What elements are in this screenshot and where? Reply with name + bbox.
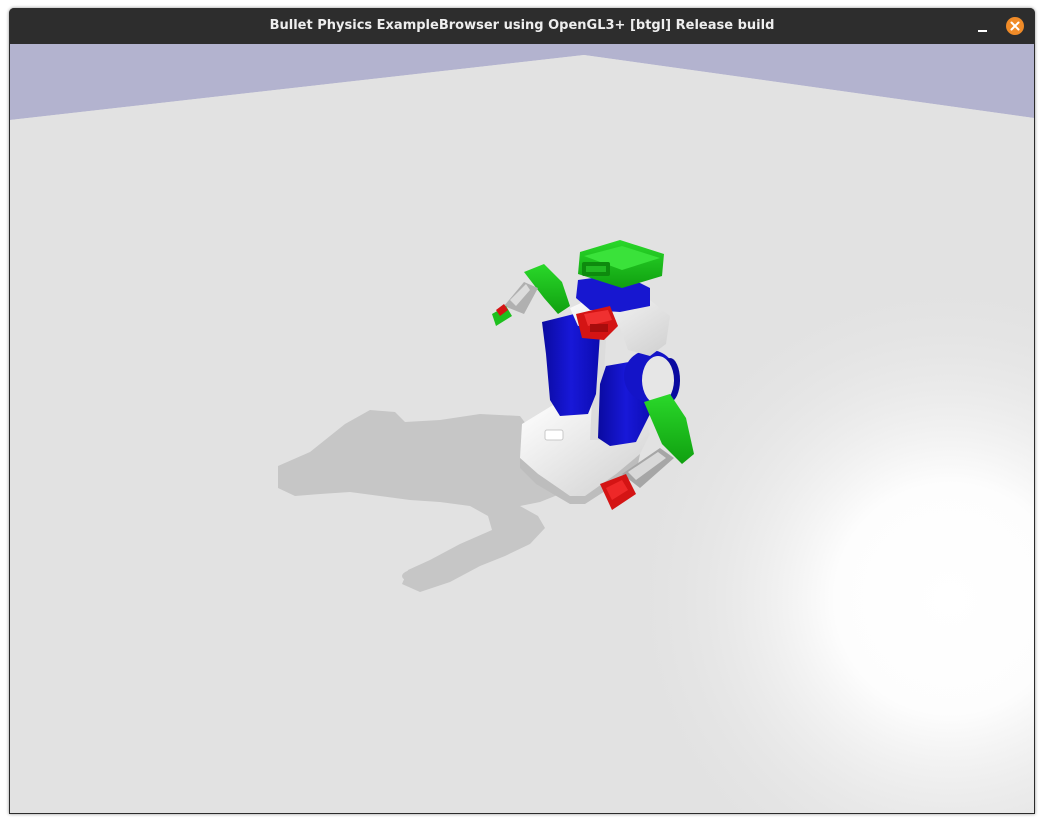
minimize-icon (978, 30, 987, 32)
render-viewport[interactable] (10, 44, 1034, 813)
minimize-button[interactable] (971, 16, 993, 36)
title-bar[interactable]: Bullet Physics ExampleBrowser using Open… (9, 8, 1035, 44)
app-window: Bullet Physics ExampleBrowser using Open… (9, 8, 1035, 814)
scene-canvas (10, 44, 1034, 813)
close-button[interactable] (1006, 17, 1024, 35)
close-icon (1010, 21, 1020, 31)
window-title: Bullet Physics ExampleBrowser using Open… (269, 18, 775, 33)
